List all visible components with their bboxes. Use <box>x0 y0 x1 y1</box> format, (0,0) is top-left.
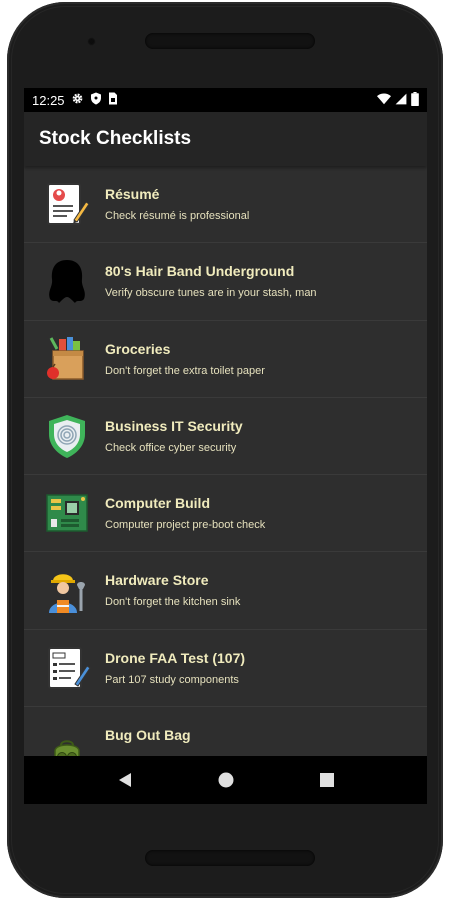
checklist-subtitle: Don't forget the extra toilet paper <box>105 364 265 377</box>
sim-card-icon <box>108 92 118 108</box>
security-shield-icon <box>43 412 91 460</box>
checklist-title: Groceries <box>105 340 171 357</box>
checklist-item-computer-build[interactable]: Computer Build Computer project pre-boot… <box>24 475 427 553</box>
app-bar-title: Stock Checklists <box>39 128 192 149</box>
navigation-bar <box>24 756 427 804</box>
shield-icon <box>90 92 102 108</box>
checklist-title: Computer Build <box>105 495 210 512</box>
checklist-list[interactable]: Résumé Check résumé is professional 80's… <box>24 166 427 756</box>
checklist-subtitle: Part 107 study components <box>105 673 239 686</box>
status-time: 12:25 <box>32 92 65 108</box>
checklist-subtitle: Check office cyber security <box>105 441 237 454</box>
checklist-item-drone-faa-test[interactable]: Drone FAA Test (107) Part 107 study comp… <box>24 630 427 708</box>
checklist-subtitle: Check résumé is professional <box>105 210 250 222</box>
app-screen: 12:25 Stock Checklists Résumé Check résu… <box>24 88 427 804</box>
settings-gear-icon <box>71 92 84 108</box>
faa-form-icon <box>43 644 91 692</box>
signal-icon <box>395 93 407 108</box>
battery-icon <box>411 91 419 109</box>
checklist-subtitle: Don't forget the kitchen sink <box>105 596 241 609</box>
top-speaker <box>145 33 315 49</box>
backpack-icon <box>43 721 91 756</box>
checklist-title: 80's Hair Band Underground <box>105 263 295 280</box>
status-bar: 12:25 <box>24 88 427 112</box>
circuit-board-icon <box>43 489 91 537</box>
checklist-subtitle: Computer project pre-boot check <box>105 519 266 532</box>
checklist-item-bug-out-bag[interactable]: Bug Out Bag <box>24 707 427 756</box>
checklist-title: Drone FAA Test (107) <box>105 649 246 666</box>
checklist-item-resume[interactable]: Résumé Check résumé is professional <box>24 166 427 244</box>
checklist-title: Hardware Store <box>105 572 209 589</box>
checklist-title: Business IT Security <box>105 417 243 434</box>
checklist-title: Résumé <box>105 186 160 202</box>
wifi-icon <box>377 92 391 108</box>
recents-icon[interactable] <box>307 760 347 800</box>
checklist-item-hardware-store[interactable]: Hardware Store Don't forget the kitchen … <box>24 552 427 630</box>
front-camera <box>87 37 96 46</box>
worker-wrench-icon <box>43 567 91 615</box>
checklist-subtitle: Verify obscure tunes are in your stash, … <box>105 287 317 300</box>
back-icon[interactable] <box>105 760 145 800</box>
home-icon[interactable] <box>206 760 246 800</box>
checklist-item-business-it-security[interactable]: Business IT Security Check office cyber … <box>24 398 427 476</box>
checklist-item-groceries[interactable]: Groceries Don't forget the extra toilet … <box>24 321 427 398</box>
grocery-bag-icon <box>43 335 91 383</box>
app-bar: Stock Checklists <box>24 112 427 166</box>
checklist-title: Bug Out Bag <box>105 727 191 744</box>
resume-document-icon <box>43 180 91 228</box>
checklist-item-80s-hair-band[interactable]: 80's Hair Band Underground Verify obscur… <box>24 243 427 321</box>
bottom-speaker <box>145 850 315 866</box>
hair-silhouette-icon <box>43 257 91 305</box>
